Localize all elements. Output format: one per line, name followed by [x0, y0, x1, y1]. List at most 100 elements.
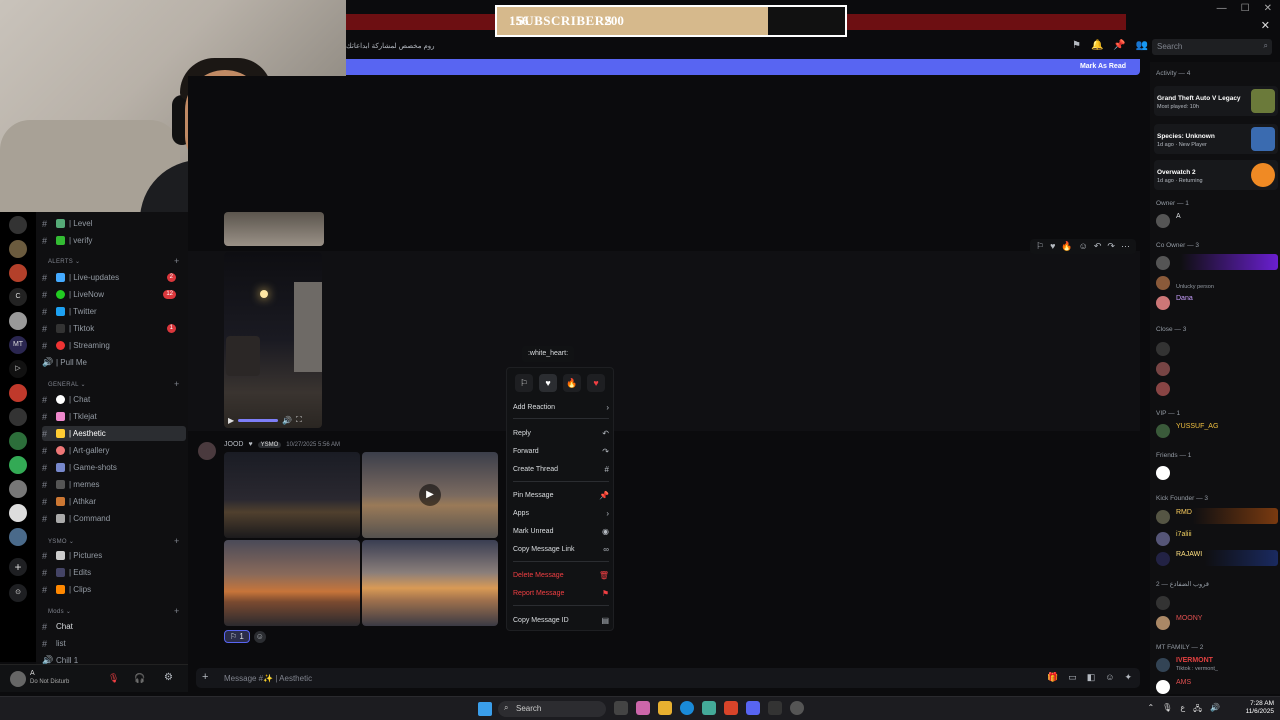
- video-progress[interactable]: [238, 418, 279, 422]
- video-attachment[interactable]: [224, 252, 322, 428]
- message-author[interactable]: JOOD: [224, 441, 243, 448]
- red-heart-icon[interactable]: ♥: [587, 374, 605, 392]
- copilot-icon[interactable]: [636, 701, 650, 715]
- member-item[interactable]: [1156, 360, 1278, 376]
- play-icon[interactable]: ▶: [228, 416, 234, 425]
- server-icon[interactable]: C: [9, 288, 27, 306]
- clock[interactable]: 7:28 AM 11/6/2025: [1246, 700, 1274, 716]
- member-item[interactable]: [1156, 464, 1278, 480]
- channel-chill[interactable]: 🔊 Chill 1: [42, 653, 186, 664]
- channel-aesthetic[interactable]: # | Aesthetic: [42, 426, 186, 441]
- member-item[interactable]: MOONY: [1156, 614, 1278, 630]
- pin-icon[interactable]: 📌: [1113, 40, 1125, 51]
- avatar[interactable]: [198, 442, 216, 460]
- chevron-up-icon[interactable]: ⌃: [1147, 703, 1154, 717]
- server-icon[interactable]: ▷: [9, 360, 27, 378]
- server-icon[interactable]: MT: [9, 336, 27, 354]
- new-messages-banner[interactable]: Mark As Read: [346, 59, 1140, 75]
- member-item[interactable]: [1156, 340, 1278, 356]
- apps-icon[interactable]: ✦: [1124, 672, 1132, 683]
- edge-icon[interactable]: [680, 701, 694, 715]
- channel-livenow[interactable]: # | LiveNow 12: [42, 287, 186, 302]
- menu-report-message[interactable]: Report Message ⚑: [513, 586, 609, 600]
- window-close-icon[interactable]: ✕: [1264, 3, 1272, 14]
- image-attachment[interactable]: [224, 540, 360, 626]
- server-icon[interactable]: [9, 480, 27, 498]
- store-icon[interactable]: [702, 701, 716, 715]
- category-mods[interactable]: Mods ⌄ +: [48, 606, 179, 616]
- channel-art-gallery[interactable]: # | Art-gallery: [42, 443, 186, 458]
- discover-icon[interactable]: ⊙: [9, 584, 27, 602]
- member-item[interactable]: A: [1156, 212, 1278, 228]
- menu-forward[interactable]: Forward ↷: [513, 444, 609, 458]
- minimize-icon[interactable]: —: [1217, 3, 1227, 14]
- member-item[interactable]: [1156, 594, 1278, 610]
- gift-icon[interactable]: 🎁: [1047, 672, 1058, 683]
- message-input[interactable]: Message #✨ | Aesthetic: [224, 674, 312, 683]
- sticker-icon[interactable]: ◧: [1087, 672, 1096, 683]
- menu-copy-message-id[interactable]: Copy Message ID ▤: [513, 613, 609, 627]
- activity-card[interactable]: Overwatch 2 1d ago · Returning: [1154, 160, 1278, 190]
- fire-icon[interactable]: 🔥: [1061, 241, 1072, 252]
- channel-tiktok[interactable]: # | Tiktok 1: [42, 321, 186, 336]
- server-icon[interactable]: [9, 504, 27, 522]
- channel-edits[interactable]: # | Edits: [42, 565, 186, 580]
- forward-icon[interactable]: ↷: [1107, 241, 1115, 252]
- add-reaction-icon[interactable]: ☺: [253, 630, 266, 643]
- channel-live-updates[interactable]: # | Live-updates 2: [42, 270, 186, 285]
- mic-icon[interactable]: 🎙: [1162, 703, 1172, 717]
- taskbar-search[interactable]: ⌕ Search: [498, 701, 606, 717]
- member-item[interactable]: Unlucky person: [1156, 274, 1278, 290]
- menu-create-thread[interactable]: Create Thread #: [513, 462, 609, 476]
- channel-list[interactable]: # list: [42, 636, 186, 651]
- members-icon[interactable]: 👥: [1136, 40, 1148, 51]
- mic-muted-icon[interactable]: 🎙: [108, 673, 119, 684]
- app-icon[interactable]: [790, 701, 804, 715]
- heart-icon[interactable]: ♥: [1050, 241, 1055, 252]
- gif-icon[interactable]: ▭: [1068, 672, 1077, 683]
- channel-chat[interactable]: # | Chat: [42, 392, 186, 407]
- fullscreen-icon[interactable]: ⛶: [296, 415, 302, 425]
- member-item[interactable]: Dana: [1156, 294, 1278, 310]
- menu-add-reaction[interactable]: Add Reaction ›: [513, 400, 609, 414]
- member-item[interactable]: IVERMONT Tiktok : vermont_: [1156, 656, 1278, 672]
- channel-tklejat[interactable]: # | Tklejat: [42, 409, 186, 424]
- deafened-icon[interactable]: 🎧: [134, 673, 145, 684]
- task-view-icon[interactable]: [614, 701, 628, 715]
- network-icon[interactable]: 🖧: [1193, 703, 1202, 717]
- discord-icon[interactable]: [746, 701, 760, 715]
- member-item[interactable]: YUSSUF_AG: [1156, 422, 1278, 438]
- channel-athkar[interactable]: # | Athkar: [42, 494, 186, 509]
- server-icon[interactable]: [9, 384, 27, 402]
- menu-mark-unread[interactable]: Mark Unread ◉: [513, 524, 609, 538]
- image-attachment[interactable]: [362, 540, 498, 626]
- white-heart-icon[interactable]: ♥: [539, 374, 557, 392]
- mark-as-read-button[interactable]: Mark As Read: [1080, 63, 1126, 70]
- reaction-pill[interactable]: ⚐ 1: [224, 630, 250, 643]
- category-general[interactable]: GENERAL ⌄ +: [48, 379, 179, 389]
- maximize-icon[interactable]: ☐: [1241, 3, 1250, 14]
- menu-copy-message-link[interactable]: Copy Message Link ∞: [513, 542, 609, 556]
- category-ysmo[interactable]: YSMO ⌄ +: [48, 536, 179, 546]
- server-icon[interactable]: [9, 432, 27, 450]
- close-icon[interactable]: ✕: [1261, 19, 1270, 32]
- search-input[interactable]: Search ⌕: [1152, 39, 1272, 55]
- server-icon[interactable]: [9, 264, 27, 282]
- threads-icon[interactable]: ⚑: [1072, 40, 1081, 51]
- brave-icon[interactable]: [724, 701, 738, 715]
- category-alerts[interactable]: ALERTS ⌄ +: [48, 256, 179, 266]
- member-item[interactable]: [1156, 254, 1278, 270]
- channel-pictures[interactable]: # | Pictures: [42, 548, 186, 563]
- more-icon[interactable]: ⋯: [1121, 241, 1130, 252]
- channel-clips[interactable]: # | Clips: [42, 582, 186, 597]
- channel-level[interactable]: # | Level: [42, 216, 186, 231]
- server-icon[interactable]: [9, 456, 27, 474]
- activity-card[interactable]: Grand Theft Auto V Legacy Most played: 1…: [1154, 86, 1278, 116]
- member-item[interactable]: i7aliii: [1156, 530, 1278, 546]
- server-icon[interactable]: [9, 312, 27, 330]
- message-composer[interactable]: + Message #✨ | Aesthetic 🎁 ▭ ◧ ☺ ✦: [196, 668, 1140, 688]
- emoji-icon[interactable]: ☺: [1105, 672, 1114, 683]
- server-icon[interactable]: [9, 216, 27, 234]
- highlighted-message[interactable]: [188, 251, 1140, 431]
- reaction-icon[interactable]: ⚐: [1036, 241, 1044, 252]
